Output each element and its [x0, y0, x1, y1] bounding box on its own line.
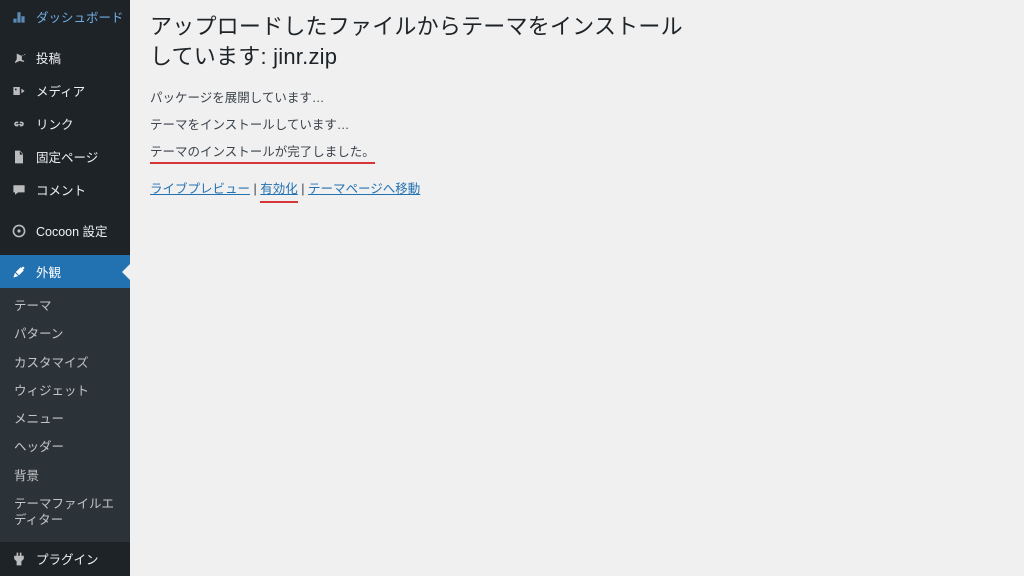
sidebar-item-label: ダッシュボード: [36, 7, 122, 26]
submenu-item-editor[interactable]: テーマファイルエディター: [0, 490, 130, 535]
cocoon-icon: [10, 222, 28, 240]
sidebar-item-pages[interactable]: 固定ページ: [0, 140, 130, 173]
sidebar-item-plugins[interactable]: プラグイン: [0, 542, 130, 575]
sidebar-item-dashboard[interactable]: ダッシュボード: [0, 0, 130, 33]
status-unpacking: パッケージを展開しています…: [150, 87, 1004, 106]
submenu-item-patterns[interactable]: パターン: [0, 320, 130, 348]
submenu-item-themes[interactable]: テーマ: [0, 292, 130, 320]
sidebar-item-label: コメント: [36, 180, 122, 199]
submenu-item-background[interactable]: 背景: [0, 462, 130, 490]
comment-icon: [10, 181, 28, 199]
sidebar-item-label: プラグイン: [36, 549, 122, 568]
status-installing: テーマをインストールしています…: [150, 114, 1004, 133]
sidebar-item-posts[interactable]: 投稿: [0, 41, 130, 74]
sidebar-item-links[interactable]: リンク: [0, 107, 130, 140]
sidebar-item-media[interactable]: メディア: [0, 74, 130, 107]
appearance-icon: [10, 263, 28, 281]
link-icon: [10, 115, 28, 133]
sidebar-item-label: 外観: [36, 262, 122, 281]
live-preview-link[interactable]: ライブプレビュー: [150, 182, 250, 196]
plugin-icon: [10, 550, 28, 568]
sidebar-item-label: メディア: [36, 81, 122, 100]
content-area: アップロードしたファイルからテーマをインストールしています: jinr.zip …: [130, 0, 1024, 576]
media-icon: [10, 82, 28, 100]
activate-link[interactable]: 有効化: [260, 182, 298, 196]
pin-icon: [10, 49, 28, 67]
sidebar-item-label: リンク: [36, 114, 122, 133]
separator: |: [254, 182, 261, 196]
sidebar-item-label: 投稿: [36, 48, 122, 67]
separator: |: [301, 182, 308, 196]
themes-page-link[interactable]: テーマページへ移動: [308, 182, 420, 196]
appearance-submenu: テーマ パターン カスタマイズ ウィジェット メニュー ヘッダー 背景 テーマフ…: [0, 288, 130, 542]
sidebar-item-label: Cocoon 設定: [36, 221, 122, 240]
sidebar-item-label: 固定ページ: [36, 147, 122, 166]
admin-sidebar: ダッシュボード 投稿 メディア リンク 固定ページ コメント: [0, 0, 130, 576]
submenu-item-header[interactable]: ヘッダー: [0, 433, 130, 461]
post-install-actions: ライブプレビュー | 有効化 | テーマページへ移動: [150, 178, 1004, 197]
sidebar-item-appearance[interactable]: 外観: [0, 255, 130, 288]
sidebar-item-cocoon[interactable]: Cocoon 設定: [0, 214, 130, 247]
submenu-item-widgets[interactable]: ウィジェット: [0, 377, 130, 405]
dashboard-icon: [10, 8, 28, 26]
status-complete: テーマのインストールが完了しました。: [150, 141, 375, 164]
submenu-item-customize[interactable]: カスタマイズ: [0, 349, 130, 377]
sidebar-item-comments[interactable]: コメント: [0, 173, 130, 206]
page-icon: [10, 148, 28, 166]
submenu-item-menus[interactable]: メニュー: [0, 405, 130, 433]
page-title: アップロードしたファイルからテーマをインストールしています: jinr.zip: [150, 0, 690, 79]
